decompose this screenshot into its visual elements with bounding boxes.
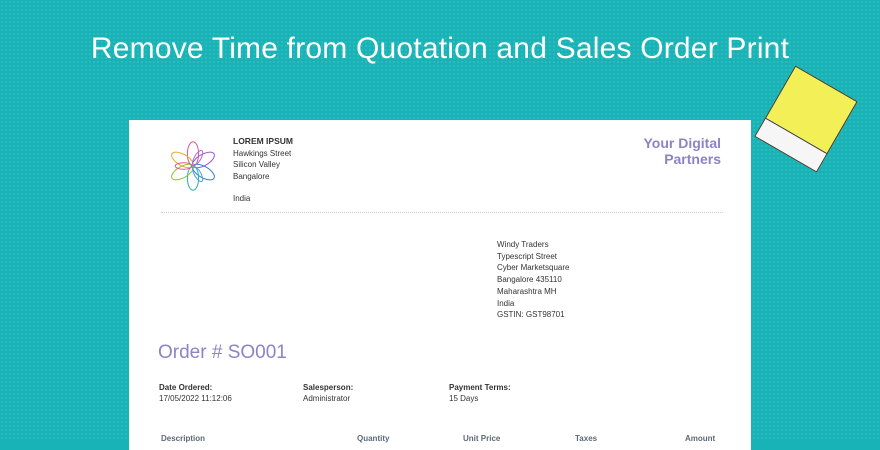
salesperson-value: Administrator <box>303 394 351 403</box>
payment-terms-label: Payment Terms: <box>449 383 511 392</box>
column-header-unit-price: Unit Price <box>463 434 501 443</box>
date-ordered-block: Date Ordered: 17/05/2022 11:12:06 <box>159 382 232 404</box>
salesperson-block: Salesperson: Administrator <box>303 382 353 404</box>
company-address-line: Hawkings Street <box>233 148 292 158</box>
customer-address-line: Cyber Marketsquare <box>497 263 570 273</box>
company-tagline: Your Digital Partners <box>581 135 721 167</box>
company-address: LOREM IPSUM Hawkings Street Silicon Vall… <box>233 136 293 205</box>
tagline-line: Partners <box>664 151 721 167</box>
payment-terms-block: Payment Terms: 15 Days <box>449 382 511 404</box>
customer-address-line: Bangalore 435110 <box>497 275 562 285</box>
sales-order-document: LOREM IPSUM Hawkings Street Silicon Vall… <box>129 120 751 450</box>
salesperson-label: Salesperson: <box>303 383 354 392</box>
payment-terms-value: 15 Days <box>449 394 479 403</box>
customer-address-line: Maharashtra MH <box>497 286 557 296</box>
column-header-taxes: Taxes <box>575 434 598 443</box>
customer-address-line: Typescript Street <box>497 251 558 261</box>
company-address-line: Silicon Valley <box>233 160 280 169</box>
customer-address-line: India <box>497 298 515 308</box>
order-title: Order # SO001 <box>158 342 287 363</box>
date-ordered-label: Date Ordered: <box>159 383 213 392</box>
flower-logo-icon <box>171 141 215 191</box>
column-header-description: Description <box>161 434 206 443</box>
customer-gstin: GSTIN: GST98701 <box>497 310 565 320</box>
company-name: LOREM IPSUM <box>233 136 293 146</box>
banner-title: Remove Time from Quotation and Sales Ord… <box>90 32 790 65</box>
company-country: India <box>233 194 251 203</box>
company-address-line: Bangalore <box>233 171 270 181</box>
date-ordered-value: 17/05/2022 11:12:06 <box>159 394 232 403</box>
header-divider <box>161 212 723 213</box>
customer-address: Windy Traders Typescript Street Cyber Ma… <box>497 239 569 321</box>
column-header-amount: Amount <box>685 434 716 443</box>
column-header-quantity: Quantity <box>357 434 390 443</box>
customer-address-line: Windy Traders <box>497 240 549 249</box>
tagline-line: Your Digital <box>643 135 721 151</box>
